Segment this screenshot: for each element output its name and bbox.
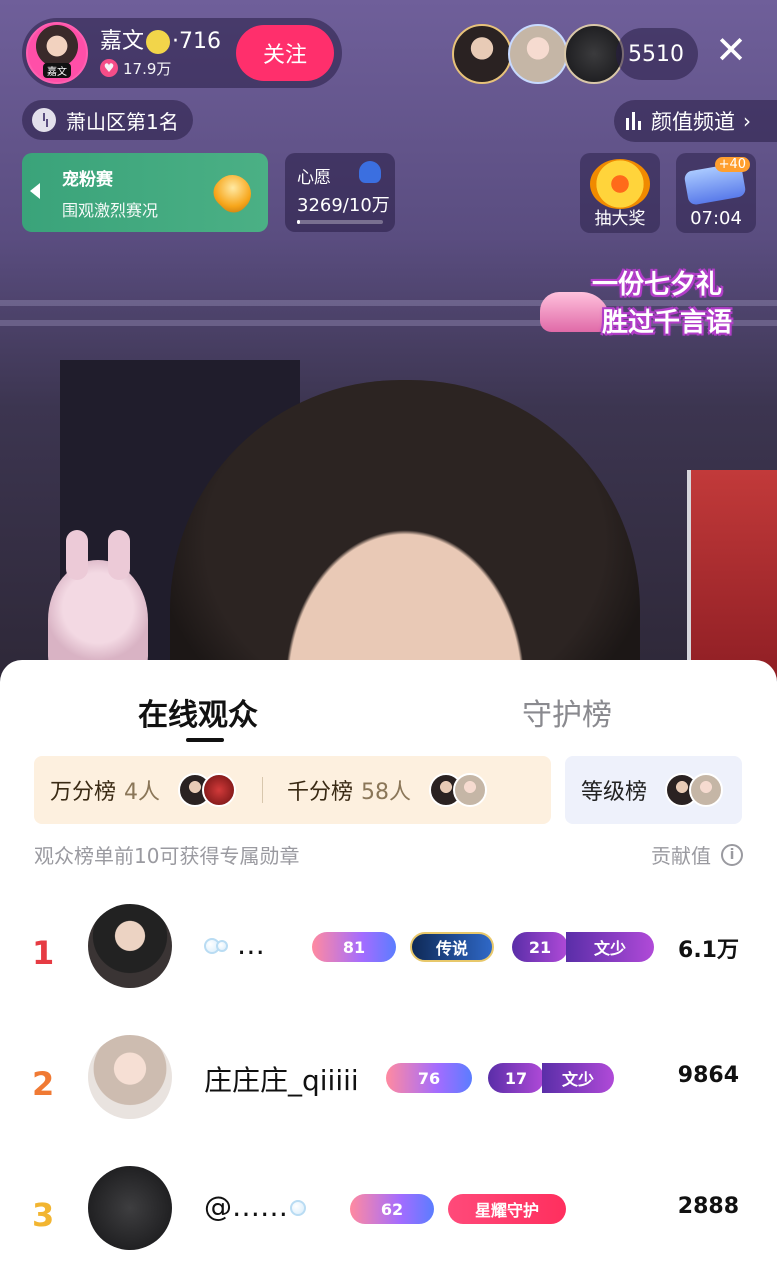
heart-gem-icon [207, 167, 259, 219]
contribution-value: 6.1万 [678, 938, 739, 963]
audience-sheet: 在线观众 守护榜 万分榜 4人 千分榜 58人 等级榜 观众榜单前10可获得专属… [0, 660, 777, 1280]
contribution-value: 2888 [677, 1194, 739, 1219]
contribution-value: 9864 [677, 1063, 739, 1088]
heart-icon: ♥ [100, 59, 118, 77]
level-board-avatars [665, 773, 725, 807]
top-viewers[interactable]: 5510 [452, 24, 702, 84]
viewer-avatar[interactable] [508, 24, 568, 84]
bubble-icon [216, 940, 228, 952]
chevron-right-icon: › [743, 109, 751, 133]
lottery-button[interactable]: 抽大奖 [580, 153, 660, 233]
fan-competition-card[interactable]: 宠粉赛 围观激烈赛况 [22, 153, 268, 232]
legend-badge: 传说 [410, 932, 494, 962]
viewer-count[interactable]: 5510 [616, 28, 698, 80]
lottery-label: 抽大奖 [594, 209, 646, 229]
bar-chart-icon [626, 112, 641, 130]
qian-board-count: 58人 [361, 780, 412, 805]
lottery-wheel-icon [590, 159, 650, 209]
ranking-hint: 观众榜单前10可获得专属勋章 [34, 844, 300, 868]
fan-level-badge: 17 [488, 1063, 544, 1093]
wan-board-count: 4人 [124, 780, 161, 805]
avatar[interactable] [88, 904, 172, 988]
star-guard-badge: 星耀守护 [448, 1194, 566, 1224]
contribution-header[interactable]: 贡献值 i [651, 840, 743, 869]
wan-board-label: 万分榜 [50, 780, 117, 805]
rank-number: 2 [32, 1065, 55, 1103]
host-level: ·716 [172, 28, 221, 54]
host-name: 嘉文 [100, 28, 145, 54]
audience-row[interactable]: 2 庄庄庄_qiiiii 76 17 文少 9864 [0, 1035, 777, 1135]
district-rank-pill[interactable]: 萧山区第1名 [22, 100, 193, 140]
level-badge: 76 [386, 1063, 472, 1093]
fan-card-subtitle: 围观激烈赛况 [62, 201, 159, 220]
clock-icon [32, 108, 56, 132]
rose-icon [359, 161, 381, 183]
divider [262, 777, 264, 803]
wan-board[interactable]: 万分榜 4人 [50, 773, 238, 807]
viewer-avatar[interactable] [452, 24, 512, 84]
close-icon[interactable]: ✕ [711, 30, 751, 70]
qian-board-avatars [429, 773, 489, 807]
level-badge: 62 [350, 1194, 434, 1224]
fan-club-badge: 文少 [566, 932, 654, 962]
rank-number: 1 [32, 934, 55, 972]
tab-guard-ranking[interactable]: 守护榜 [522, 690, 612, 734]
qian-board-label: 千分榜 [287, 780, 354, 805]
wish-progress-bar [297, 220, 383, 224]
level-badge: 81 [312, 932, 396, 962]
promo-line-1: 一份七夕礼 [592, 270, 723, 300]
avatar[interactable] [88, 1166, 172, 1250]
qian-board[interactable]: 千分榜 58人 [287, 773, 489, 807]
audience-row[interactable]: 3 @…… 62 星耀守护 2888 [0, 1166, 777, 1266]
avatar[interactable] [88, 1035, 172, 1119]
tab-online-audience[interactable]: 在线观众 [138, 690, 258, 734]
district-rank-label: 萧山区第1名 [66, 109, 179, 134]
fan-level-badge: 21 [512, 932, 568, 962]
bubble-icon [290, 1200, 306, 1216]
follow-button[interactable]: 关注 [236, 25, 334, 81]
audience-name: @…… [204, 1190, 306, 1223]
host-likes: 17.9万 [123, 59, 172, 78]
audience-row[interactable]: 1 … 81 传说 21 文少 6.1万 [0, 904, 777, 1004]
host-avatar[interactable]: 嘉文 [26, 22, 88, 84]
wish-title: 心愿 [297, 168, 331, 188]
qixi-promo-banner[interactable]: 一份七夕礼 胜过千言语 [540, 262, 770, 342]
fan-card-title: 宠粉赛 [62, 170, 113, 190]
promo-line-2: 胜过千言语 [602, 308, 733, 338]
fan-club-badge: 文少 [542, 1063, 614, 1093]
viewer-avatar[interactable] [564, 24, 624, 84]
wish-value: 3269/10万 [297, 195, 390, 216]
active-tab-indicator [186, 738, 224, 742]
contribution-label: 贡献值 [651, 844, 711, 868]
wish-card[interactable]: 心愿 3269/10万 [285, 153, 395, 232]
level-board-label: 等级榜 [581, 780, 648, 805]
channel-label: 颜值频道 [651, 110, 735, 134]
moon-level-icon [146, 29, 171, 54]
info-icon[interactable]: i [721, 843, 743, 866]
audience-name: … [204, 928, 265, 961]
score-board-strip: 万分榜 4人 千分榜 58人 [34, 756, 551, 824]
audience-name: 庄庄庄_qiiiii [204, 1064, 359, 1097]
level-board[interactable]: 等级榜 [565, 756, 742, 824]
popularity-badge: +40 [714, 157, 750, 172]
host-avatar-tag: 嘉文 [43, 63, 71, 78]
rose-shelf [687, 470, 777, 680]
arrow-left-icon [30, 183, 40, 199]
rank-number: 3 [32, 1196, 55, 1234]
channel-pill[interactable]: 颜值频道 › [614, 100, 777, 142]
host-card[interactable]: 嘉文 嘉文 ·716 ♥ 17.9万 关注 [22, 18, 342, 88]
popularity-ticket-button[interactable]: +40 07:04 [676, 153, 756, 233]
wan-board-avatars [178, 773, 238, 807]
popularity-timer: 07:04 [690, 208, 742, 229]
